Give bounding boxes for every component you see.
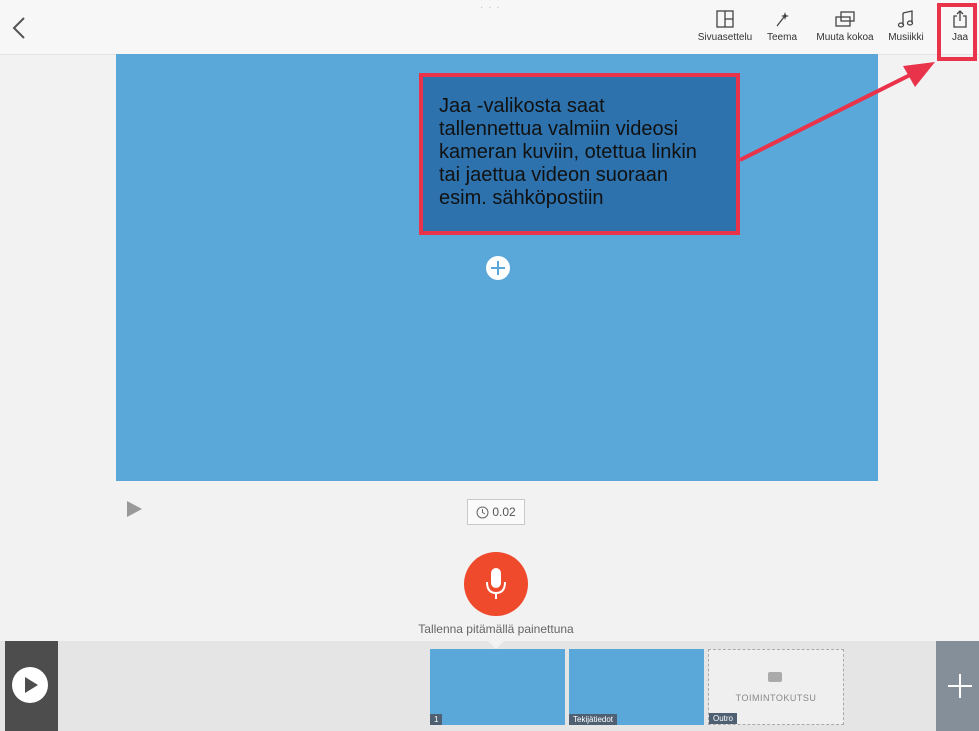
share-highlight xyxy=(937,3,977,61)
theme-button[interactable]: Teema xyxy=(764,10,800,52)
resize-button[interactable]: Muuta kokoa xyxy=(813,10,877,52)
duration-value: 0.02 xyxy=(492,505,516,519)
slide-number: Tekijätiedot xyxy=(569,714,618,725)
annotation-callout: Jaa -valikosta saat tallennettua valmiin… xyxy=(419,73,740,235)
chevron-left-icon xyxy=(12,17,25,39)
current-slide-pointer xyxy=(488,641,504,649)
record-button[interactable] xyxy=(464,552,528,616)
layout-button[interactable]: Sivuasettelu xyxy=(693,10,757,52)
add-content-button[interactable] xyxy=(486,256,510,280)
music-icon xyxy=(897,10,914,28)
logo-icon xyxy=(768,672,782,682)
music-label: Musiikki xyxy=(888,32,924,43)
play-preview-button[interactable] xyxy=(127,501,142,517)
magic-wand-icon xyxy=(776,12,789,27)
theme-label: Teema xyxy=(766,32,797,43)
slide-number: 1 xyxy=(430,714,443,725)
layout-label: Sivuasettelu xyxy=(697,32,753,43)
resize-label: Muuta kokoa xyxy=(816,32,874,43)
back-button[interactable] xyxy=(8,14,32,42)
layout-icon xyxy=(716,10,734,28)
clock-icon xyxy=(476,506,489,518)
callout-text: Jaa -valikosta saat tallennettua valmiin… xyxy=(439,95,697,209)
microphone-icon xyxy=(486,568,506,599)
add-slide-button[interactable] xyxy=(948,674,972,698)
music-button[interactable]: Musiikki xyxy=(886,10,926,52)
slide-number: Outro xyxy=(709,713,738,724)
duration-badge: 0.02 xyxy=(467,499,525,525)
play-video-button[interactable] xyxy=(12,667,48,703)
drag-handle: · · · xyxy=(480,2,501,13)
record-hint: Tallenna pitämällä painettuna xyxy=(418,622,574,636)
slide-thumbnail[interactable]: 1 xyxy=(430,649,565,725)
slide-thumbnail[interactable]: Tekijätiedot xyxy=(569,649,704,725)
outro-label: TOIMINTOKUTSU xyxy=(735,693,817,703)
outro-thumbnail[interactable]: TOIMINTOKUTSU Outro xyxy=(708,649,844,725)
resize-icon xyxy=(835,11,855,27)
